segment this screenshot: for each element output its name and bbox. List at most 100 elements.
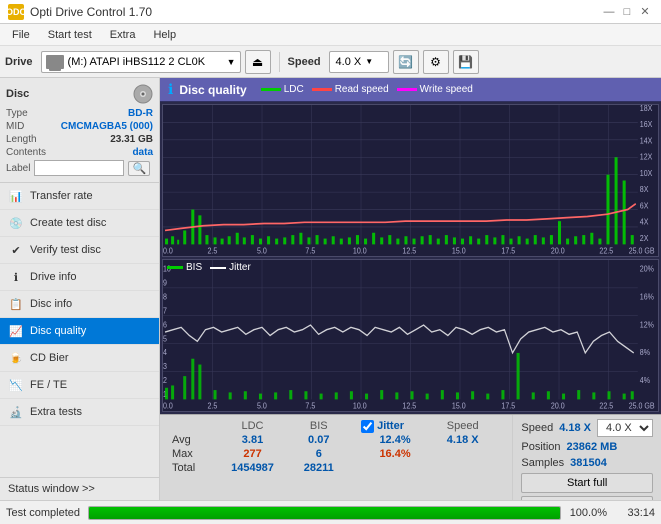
legend-jitter-label: Jitter (229, 262, 251, 273)
disc-label-input[interactable] (34, 160, 124, 176)
disc-length-row: Length 23.31 GB (6, 134, 153, 145)
app-icon: ODC (8, 4, 24, 20)
svg-text:7.5: 7.5 (305, 401, 315, 411)
nav-item-verify-test-disc[interactable]: ✔ Verify test disc (0, 237, 159, 264)
menu-file[interactable]: File (4, 27, 38, 43)
sidebar: Disc Type BD-R MID CMCMAGBA5 (000) Lengt… (0, 78, 160, 500)
nav-item-create-test-disc[interactable]: 💿 Create test disc (0, 210, 159, 237)
nav-label-disc-info: Disc info (30, 298, 72, 310)
menu-start-test[interactable]: Start test (40, 27, 100, 43)
total-row: Total 1454987 28211 (168, 461, 504, 475)
avg-bis: 0.07 (290, 433, 347, 447)
speed-selector[interactable]: 4.0 X ▼ (329, 51, 389, 73)
menu-help[interactable]: Help (145, 27, 184, 43)
disc-quality-header: ℹ Disc quality LDC Read speed Write spee… (160, 78, 661, 102)
samples-label: Samples (521, 457, 564, 469)
nav-label-create-test-disc: Create test disc (30, 217, 106, 229)
nav-item-drive-info[interactable]: ℹ Drive info (0, 264, 159, 291)
svg-text:5.0: 5.0 (257, 246, 267, 256)
jitter-checkbox[interactable] (361, 420, 374, 433)
status-window-button[interactable]: Status window >> (0, 477, 159, 500)
charts-area: 18X 16X 14X 12X 10X 8X 6X 4X 2X (160, 102, 661, 414)
start-full-button[interactable]: Start full (521, 473, 653, 493)
nav-item-disc-info[interactable]: 📋 Disc info (0, 291, 159, 318)
refresh-button[interactable]: 🔄 (393, 50, 419, 74)
drive-chevron-icon: ▼ (227, 57, 236, 67)
speed-stat-select[interactable]: 4.0 X 2.0 X 1.0 X (597, 419, 653, 437)
nav-item-disc-quality[interactable]: 📈 Disc quality (0, 318, 159, 345)
jitter-label-wrapper[interactable]: Jitter (361, 420, 429, 433)
stats-table: LDC BIS Jitter Speed (160, 415, 512, 500)
app-title: Opti Drive Control 1.70 (30, 5, 152, 19)
disc-mid-row: MID CMCMAGBA5 (000) (6, 121, 153, 132)
menu-extra[interactable]: Extra (102, 27, 144, 43)
svg-text:8%: 8% (640, 348, 650, 358)
start-part-button[interactable]: Start part (521, 496, 653, 500)
svg-text:3: 3 (163, 362, 167, 372)
svg-text:7.5: 7.5 (305, 246, 315, 256)
right-stats: Speed 4.18 X 4.0 X 2.0 X 1.0 X Position … (512, 415, 661, 500)
minimize-button[interactable]: — (601, 4, 617, 20)
disc-type-value: BD-R (128, 108, 153, 119)
nav-item-extra-tests[interactable]: 🔬 Extra tests (0, 399, 159, 426)
close-button[interactable]: ✕ (637, 4, 653, 20)
svg-text:2: 2 (163, 376, 167, 386)
svg-text:10.0: 10.0 (353, 401, 367, 411)
nav-item-transfer-rate[interactable]: 📊 Transfer rate (0, 183, 159, 210)
svg-text:4X: 4X (640, 217, 649, 227)
svg-text:20.0: 20.0 (551, 246, 565, 256)
drive-toolbar: Drive (M:) ATAPI iHBS112 2 CL0K ▼ ⏏ Spee… (0, 46, 661, 78)
svg-text:8: 8 (163, 292, 167, 302)
content-area: ℹ Disc quality LDC Read speed Write spee… (160, 78, 661, 500)
cd-bier-icon: 🍺 (8, 350, 24, 366)
ldc-chart: 18X 16X 14X 12X 10X 8X 6X 4X 2X (162, 104, 659, 257)
svg-text:10X: 10X (640, 168, 653, 178)
speed-info-row: Speed 4.18 X 4.0 X 2.0 X 1.0 X (521, 419, 653, 437)
config-button[interactable]: ⚙ (423, 50, 449, 74)
svg-text:15.0: 15.0 (452, 401, 466, 411)
maximize-button[interactable]: □ (619, 4, 635, 20)
main-layout: Disc Type BD-R MID CMCMAGBA5 (000) Lengt… (0, 78, 661, 500)
chart-legend: LDC Read speed Write speed (261, 84, 473, 95)
drive-label: Drive (5, 56, 33, 68)
nav-item-cd-bier[interactable]: 🍺 CD Bier (0, 345, 159, 372)
samples-value: 381504 (570, 457, 607, 469)
disc-label-button[interactable]: 🔍 (128, 161, 150, 176)
svg-text:20.0: 20.0 (551, 401, 565, 411)
legend-bis-color-icon (167, 266, 183, 269)
legend-ldc: LDC (261, 84, 304, 95)
nav-label-drive-info: Drive info (30, 271, 76, 283)
svg-text:14X: 14X (640, 136, 653, 146)
save-button[interactable]: 💾 (453, 50, 479, 74)
stats-bar: LDC BIS Jitter Speed (160, 414, 661, 500)
speed-label: Speed (288, 56, 321, 68)
svg-text:12X: 12X (640, 152, 653, 162)
legend-jitter-color-icon (210, 267, 226, 269)
svg-text:2X: 2X (640, 233, 649, 243)
svg-text:6: 6 (163, 320, 167, 330)
fe-te-icon: 📉 (8, 377, 24, 393)
svg-text:17.5: 17.5 (501, 246, 515, 256)
disc-length-value: 23.31 GB (110, 134, 153, 145)
disc-contents-row: Contents data (6, 147, 153, 158)
max-label: Max (168, 447, 215, 461)
bis-chart-svg: 20% 16% 12% 8% 4% 10 9 8 7 6 5 4 3 2 1 (163, 260, 658, 411)
legend-jitter-item: Jitter (210, 262, 251, 273)
svg-text:8X: 8X (640, 185, 649, 195)
create-test-disc-icon: 💿 (8, 215, 24, 231)
svg-text:12%: 12% (640, 320, 654, 330)
eject-button[interactable]: ⏏ (245, 50, 271, 74)
menubar: File Start test Extra Help (0, 24, 661, 46)
svg-text:25.0 GB: 25.0 GB (629, 246, 655, 256)
status-text: Test completed (6, 507, 80, 519)
drive-selector[interactable]: (M:) ATAPI iHBS112 2 CL0K ▼ (41, 51, 241, 73)
nav-label-verify-test-disc: Verify test disc (30, 244, 101, 256)
jitter-checkbox-cell: Jitter (357, 419, 433, 433)
nav-item-fe-te[interactable]: 📉 FE / TE (0, 372, 159, 399)
svg-text:12.5: 12.5 (402, 401, 416, 411)
disc-section-title: Disc (6, 88, 29, 100)
position-row: Position 23862 MB (521, 441, 653, 453)
svg-text:5.0: 5.0 (257, 401, 267, 411)
nav-label-transfer-rate: Transfer rate (30, 190, 93, 202)
nav-label-cd-bier: CD Bier (30, 352, 69, 364)
